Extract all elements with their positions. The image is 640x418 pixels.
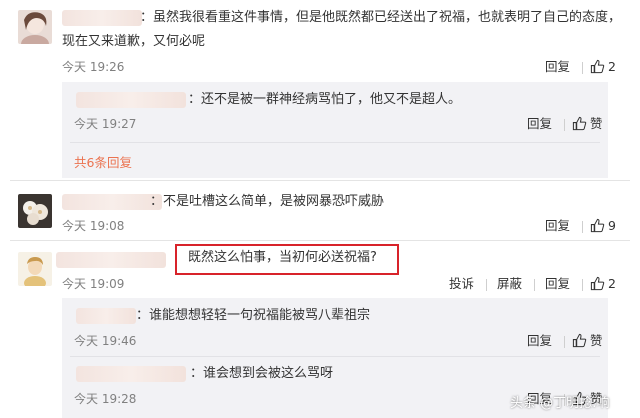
like-count: 2 <box>608 59 616 74</box>
reply-username[interactable] <box>76 92 186 108</box>
avatar[interactable] <box>18 194 52 228</box>
separator <box>534 279 535 291</box>
thumb-up-icon <box>572 116 587 131</box>
divider <box>10 240 630 241</box>
username[interactable] <box>62 194 162 210</box>
reply-text: ：还不是被一群神经病骂怕了，他又不是超人。 <box>188 92 462 107</box>
separator <box>486 279 487 291</box>
reply-button[interactable]: 回复 <box>527 334 552 348</box>
comment-text: 既然这么怕事，当初何必送祝福? <box>188 250 377 265</box>
reply-username[interactable] <box>76 366 186 382</box>
separator <box>582 62 583 74</box>
like-count: 2 <box>608 276 616 291</box>
comment-time: 今天 19:09 <box>62 277 125 291</box>
username[interactable] <box>62 10 142 26</box>
divider <box>70 142 600 143</box>
like-button[interactable]: 2 <box>590 59 616 74</box>
thumb-up-icon <box>590 218 605 233</box>
divider <box>70 356 600 357</box>
separator <box>564 119 565 131</box>
like-button[interactable]: 赞 <box>572 333 603 348</box>
reply-time: 今天 19:46 <box>74 334 137 348</box>
reply-button[interactable]: 回复 <box>545 60 570 74</box>
comment-text: ：不是吐槽这么简单，是被网暴恐吓威胁 <box>150 194 385 209</box>
thumb-up-icon <box>590 276 605 291</box>
separator <box>582 279 583 291</box>
like-label: 赞 <box>590 333 603 348</box>
reply-text: ：谁能想想轻轻一句祝福能被骂八辈祖宗 <box>136 308 371 323</box>
reply-text: ：谁会想到会被这么骂呀 <box>190 366 334 381</box>
reply-button[interactable]: 回复 <box>527 117 552 131</box>
avatar[interactable] <box>18 10 52 44</box>
like-button[interactable]: 2 <box>590 276 616 291</box>
report-button[interactable]: 投诉 <box>449 277 474 291</box>
comment-text: ：虽然我很看重这件事情，但是他既然都已经送出了祝福，也就表明了自己的态度， <box>140 10 622 25</box>
username[interactable] <box>56 252 166 268</box>
avatar-image <box>18 10 52 44</box>
like-label: 赞 <box>590 116 603 131</box>
thumb-up-icon <box>590 59 605 74</box>
separator <box>582 221 583 233</box>
comment-time: 今天 19:08 <box>62 219 125 233</box>
reply-button[interactable]: 回复 <box>545 277 570 291</box>
avatar-image <box>18 252 52 286</box>
divider <box>10 180 630 181</box>
like-button[interactable]: 9 <box>590 218 616 233</box>
more-replies-link[interactable]: 共6条回复 <box>74 152 132 171</box>
reply-username[interactable] <box>76 308 136 324</box>
avatar-image <box>18 194 52 228</box>
comment-time: 今天 19:26 <box>62 60 125 74</box>
reply-button[interactable]: 回复 <box>545 219 570 233</box>
thumb-up-icon <box>572 333 587 348</box>
reply-time: 今天 19:27 <box>74 117 137 131</box>
reply-time: 今天 19:28 <box>74 392 137 406</box>
comment-text-continued: 现在又来道歉，又何必呢 <box>62 34 206 49</box>
avatar[interactable] <box>18 252 52 286</box>
like-button[interactable]: 赞 <box>572 116 603 131</box>
watermark: 头条 @丁明捻:响 <box>510 396 610 411</box>
separator <box>564 336 565 348</box>
block-button[interactable]: 屏蔽 <box>497 277 522 291</box>
like-count: 9 <box>608 218 616 233</box>
